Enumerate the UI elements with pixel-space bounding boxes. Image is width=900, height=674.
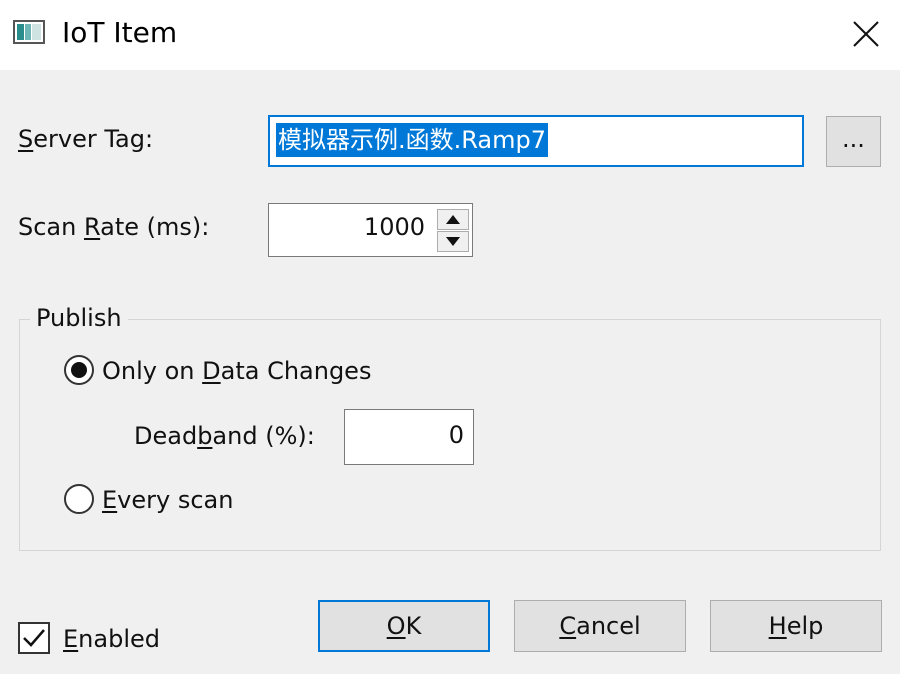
server-tag-input[interactable]: 模拟器示例.函数.Ramp7 — [268, 115, 804, 167]
every-scan-label: Every scan — [102, 486, 234, 514]
scan-rate-spinbox[interactable]: 1000 — [268, 203, 473, 257]
arrow-down-icon — [446, 237, 460, 246]
radio-selected-dot — [71, 362, 87, 378]
scan-rate-value: 1000 — [363, 213, 425, 241]
browse-button[interactable]: ... — [826, 116, 881, 167]
spin-down-button[interactable] — [437, 231, 469, 252]
window-title: IoT Item — [62, 16, 178, 49]
app-window-icon — [13, 20, 45, 44]
deadband-label: Deadband (%): — [134, 422, 315, 450]
ok-button[interactable]: OK — [318, 600, 490, 652]
close-button[interactable] — [838, 6, 894, 62]
help-button[interactable]: Help — [710, 600, 882, 652]
deadband-input[interactable]: 0 — [344, 409, 474, 465]
only-on-data-changes-label: Only on Data Changes — [102, 357, 372, 385]
enabled-checkbox[interactable] — [18, 622, 50, 654]
only-on-data-changes-radio[interactable] — [64, 355, 94, 385]
close-icon — [853, 21, 879, 47]
deadband-value: 0 — [448, 421, 464, 449]
checkmark-icon — [23, 629, 45, 647]
every-scan-radio[interactable] — [64, 484, 94, 514]
enabled-label: Enabled — [63, 625, 160, 653]
server-tag-label: Server Tag: — [18, 125, 154, 153]
cancel-button[interactable]: Cancel — [514, 600, 686, 652]
title-bar: IoT Item — [0, 0, 900, 70]
spin-up-button[interactable] — [437, 209, 469, 230]
arrow-up-icon — [446, 215, 460, 224]
server-tag-value: 模拟器示例.函数.Ramp7 — [276, 123, 548, 157]
scan-rate-label: Scan Rate (ms): — [18, 213, 210, 241]
publish-group-title: Publish — [30, 303, 128, 333]
